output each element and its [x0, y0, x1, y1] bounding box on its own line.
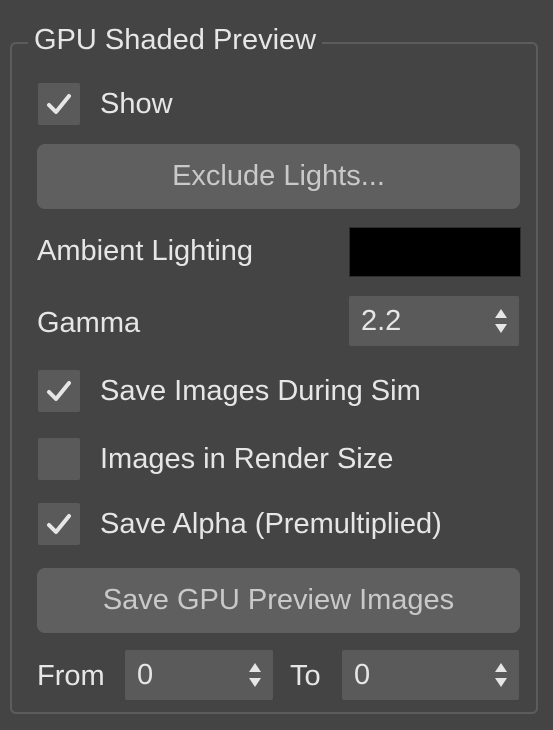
checkmark-icon [47, 94, 71, 114]
save-images-during-sim-row[interactable]: Save Images During Sim [38, 370, 421, 412]
spinner-arrows-icon[interactable] [493, 660, 509, 690]
gamma-value[interactable]: 2.2 [361, 305, 401, 338]
checkmark-icon [47, 514, 71, 534]
save-alpha-row[interactable]: Save Alpha (Premultiplied) [38, 503, 442, 545]
from-spinner[interactable]: 0 [125, 650, 273, 700]
gamma-label: Gamma [37, 307, 141, 339]
images-in-render-size-label: Images in Render Size [100, 442, 394, 475]
from-label: From [37, 660, 105, 692]
to-value[interactable]: 0 [354, 659, 370, 692]
images-in-render-size-checkbox[interactable] [38, 438, 80, 480]
show-label: Show [100, 87, 173, 120]
gamma-spinner[interactable]: 2.2 [349, 296, 519, 346]
show-checkbox[interactable] [38, 83, 80, 125]
save-gpu-preview-images-button[interactable]: Save GPU Preview Images [37, 568, 520, 633]
to-spinner[interactable]: 0 [342, 650, 519, 700]
save-alpha-checkbox[interactable] [38, 503, 80, 545]
images-in-render-size-row[interactable]: Images in Render Size [38, 438, 393, 480]
checkmark-icon [47, 381, 71, 401]
group-title: GPU Shaded Preview [28, 18, 323, 62]
ambient-lighting-label: Ambient Lighting [37, 235, 254, 267]
to-label: To [290, 660, 321, 692]
spinner-arrows-icon[interactable] [493, 306, 509, 336]
exclude-lights-button[interactable]: Exclude Lights... [37, 144, 520, 209]
show-row[interactable]: Show [38, 83, 173, 125]
save-alpha-label: Save Alpha (Premultiplied) [100, 507, 442, 540]
from-value[interactable]: 0 [137, 659, 153, 692]
spinner-arrows-icon[interactable] [247, 660, 263, 690]
save-images-during-sim-checkbox[interactable] [38, 370, 80, 412]
ambient-color-swatch[interactable] [349, 227, 521, 277]
save-images-during-sim-label: Save Images During Sim [100, 374, 421, 407]
